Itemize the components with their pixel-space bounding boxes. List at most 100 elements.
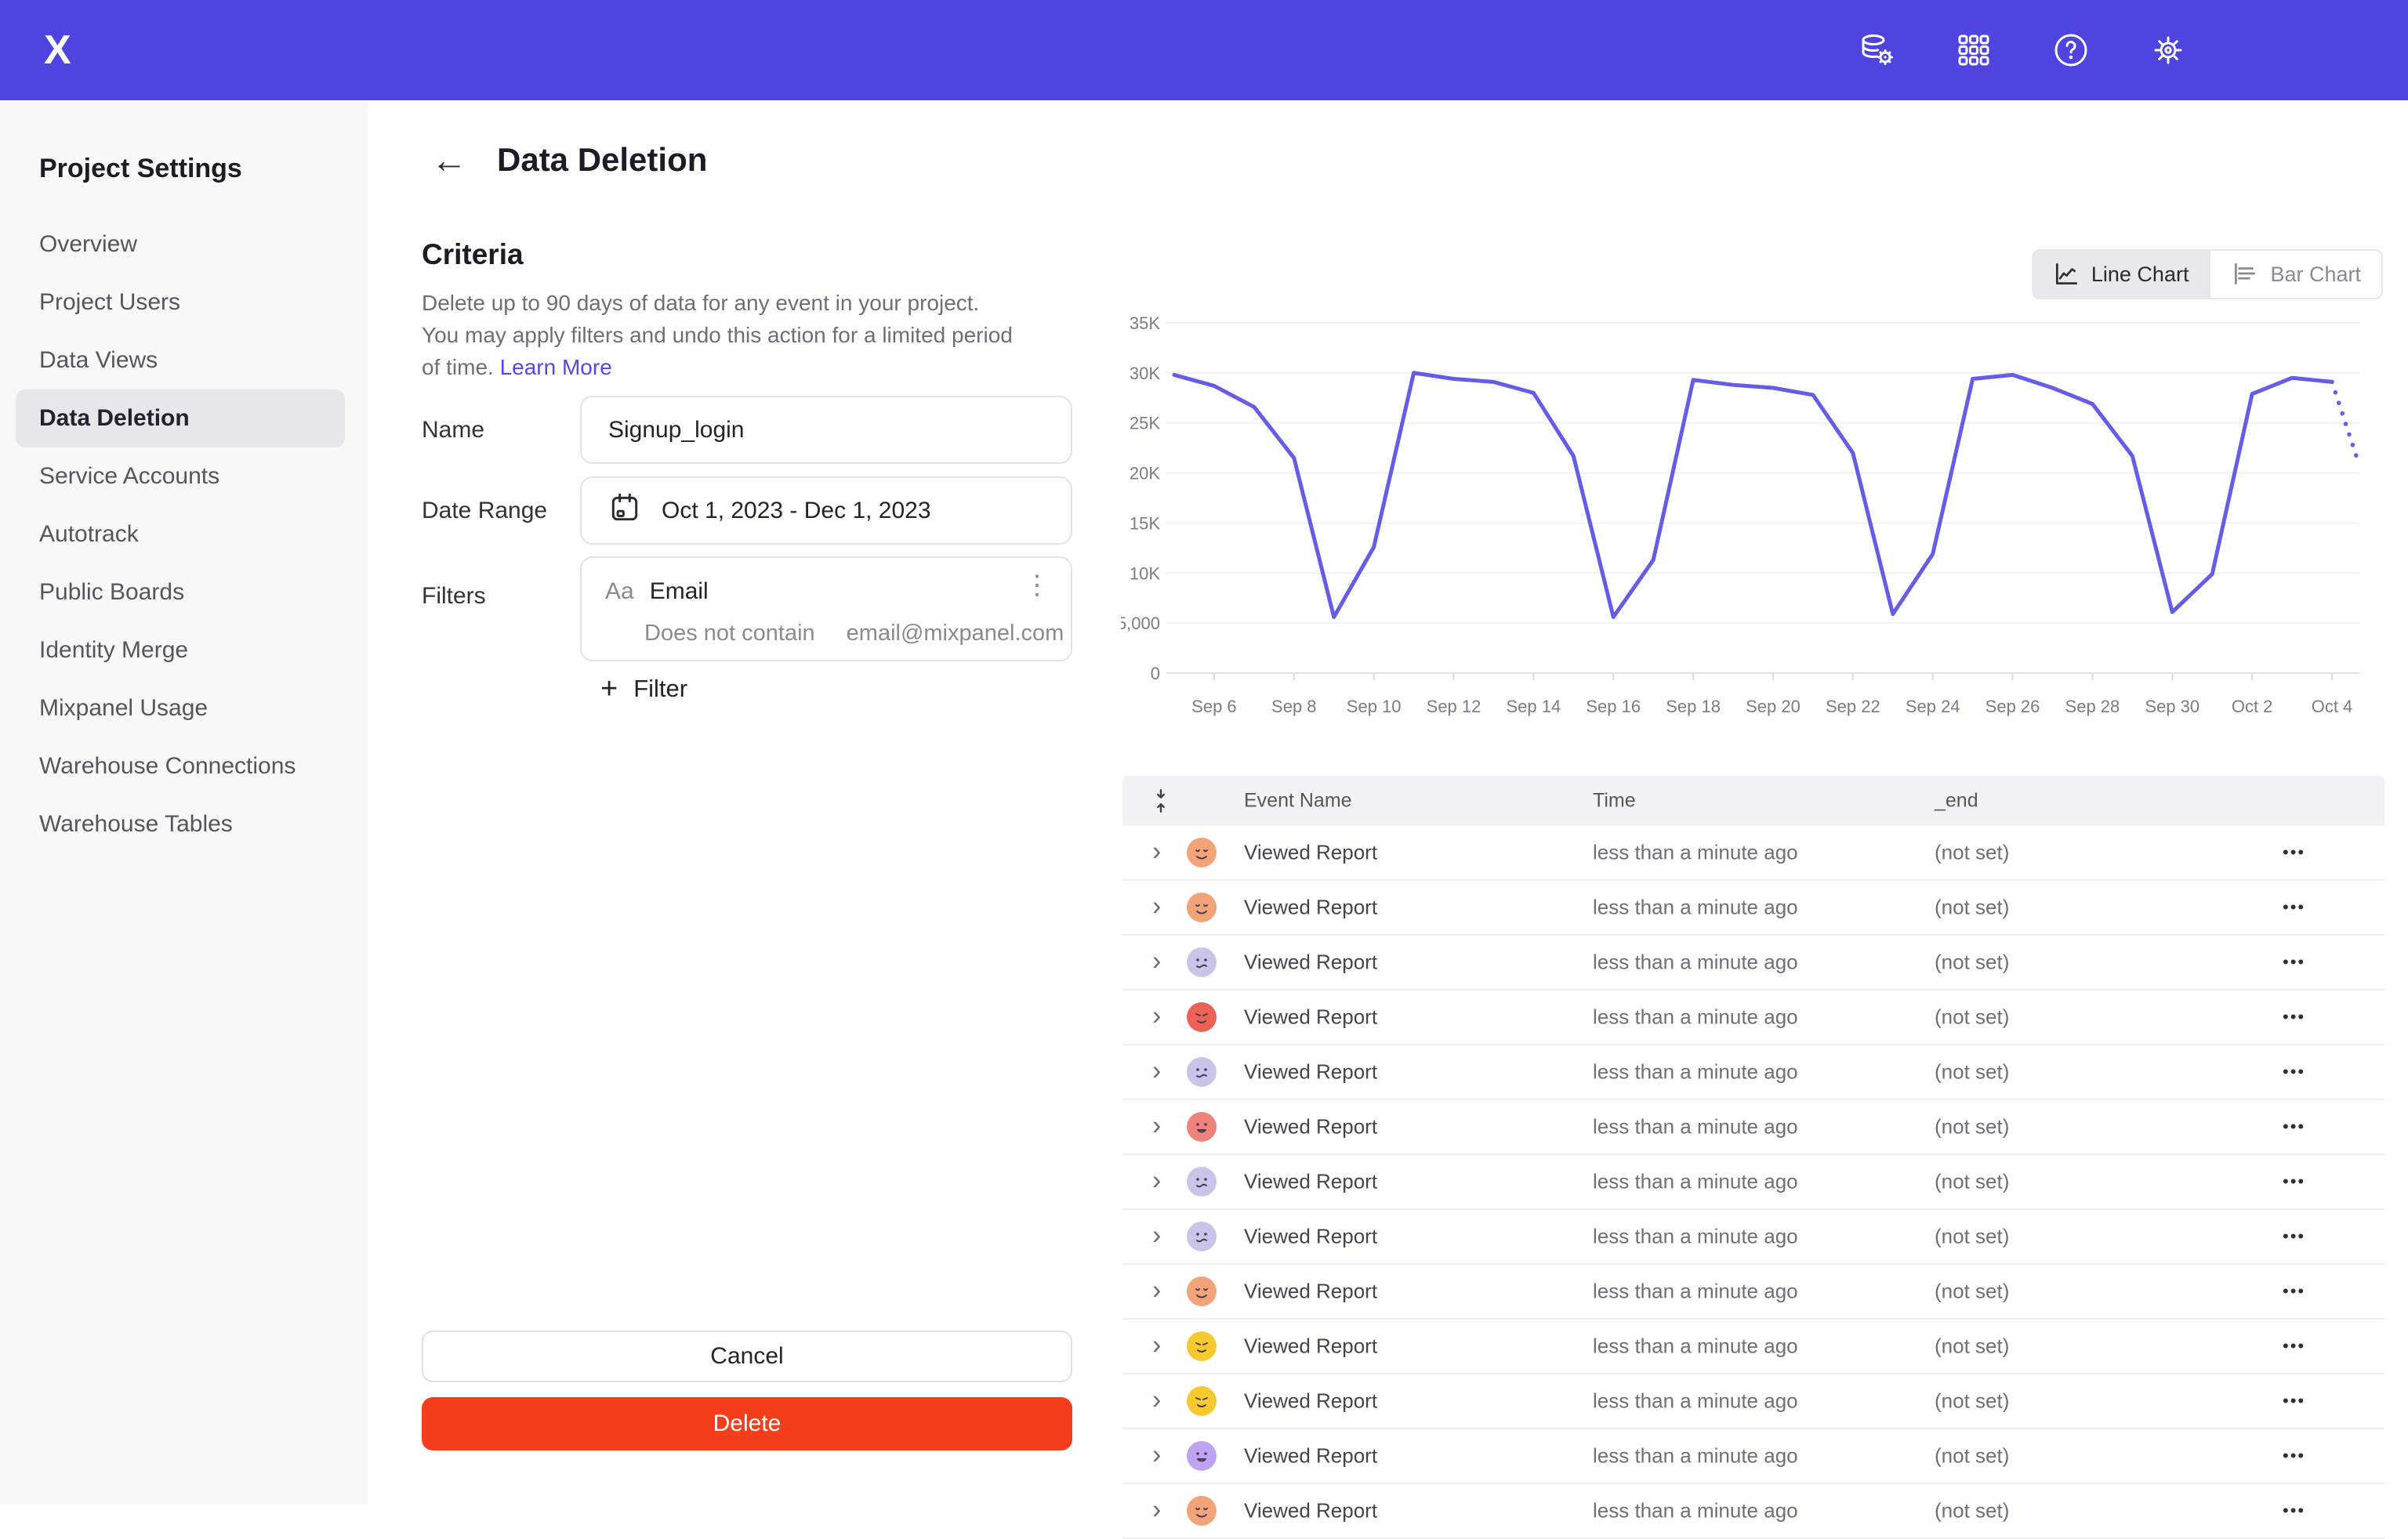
filter-operator[interactable]: Does not contain: [644, 621, 815, 646]
row-actions-kebab-icon[interactable]: •••: [2283, 1391, 2305, 1411]
svg-text:Sep 14: Sep 14: [1507, 697, 1561, 716]
row-expand-chevron-icon[interactable]: ›: [1152, 893, 1161, 920]
name-input[interactable]: [608, 417, 1044, 444]
table-row[interactable]: ›Viewed Reportless than a minute ago(not…: [1122, 1374, 2384, 1429]
date-range-row: Date Range Oct 1, 2023 - Dec 1, 2023: [422, 476, 1072, 545]
criteria-heading: Criteria: [422, 238, 524, 271]
row-actions-kebab-icon[interactable]: •••: [2283, 952, 2305, 972]
filter-card: Aa Email ⋮ Does not contain email@mixpan…: [580, 556, 1072, 661]
row-actions-kebab-icon[interactable]: •••: [2283, 842, 2305, 863]
table-row[interactable]: ›Viewed Reportless than a minute ago(not…: [1122, 1155, 2384, 1210]
table-row[interactable]: ›Viewed Reportless than a minute ago(not…: [1122, 1265, 2384, 1320]
sidebar-item-data-deletion[interactable]: Data Deletion: [16, 389, 345, 447]
filter-kebab-icon[interactable]: ⋮: [1024, 572, 1050, 599]
row-expand-chevron-icon[interactable]: ›: [1152, 1168, 1161, 1194]
row-expand-chevron-icon[interactable]: ›: [1152, 1222, 1161, 1249]
row-actions-kebab-icon[interactable]: •••: [2283, 1171, 2305, 1192]
row-expand-chevron-icon[interactable]: ›: [1152, 1113, 1161, 1139]
svg-text:Sep 8: Sep 8: [1271, 697, 1317, 716]
date-range-input[interactable]: Oct 1, 2023 - Dec 1, 2023: [580, 476, 1072, 545]
help-icon[interactable]: [2052, 31, 2090, 69]
svg-text:Sep 24: Sep 24: [1906, 697, 1960, 716]
row-expand-chevron-icon[interactable]: ›: [1152, 1332, 1161, 1359]
name-row: Name: [422, 396, 1072, 464]
sidebar-item-mixpanel-usage[interactable]: Mixpanel Usage: [16, 679, 345, 737]
time-cell: less than a minute ago: [1593, 841, 1798, 865]
row-expand-chevron-icon[interactable]: ›: [1152, 838, 1161, 865]
plus-icon: +: [600, 674, 618, 704]
sort-rows-icon[interactable]: [1151, 788, 1171, 813]
row-expand-chevron-icon[interactable]: ›: [1152, 948, 1161, 975]
table-row[interactable]: ›Viewed Reportless than a minute ago(not…: [1122, 826, 2384, 881]
cancel-button[interactable]: Cancel: [422, 1331, 1072, 1382]
table-row[interactable]: ›Viewed Reportless than a minute ago(not…: [1122, 1429, 2384, 1484]
svg-text:Sep 16: Sep 16: [1586, 697, 1641, 716]
row-expand-chevron-icon[interactable]: ›: [1152, 1497, 1161, 1523]
column-header-time[interactable]: Time: [1593, 790, 1636, 813]
sidebar-item-data-views[interactable]: Data Views: [16, 331, 345, 389]
sidebar-item-overview[interactable]: Overview: [16, 215, 345, 273]
table-row[interactable]: ›Viewed Reportless than a minute ago(not…: [1122, 1100, 2384, 1155]
row-actions-kebab-icon[interactable]: •••: [2283, 1281, 2305, 1302]
svg-text:5,000: 5,000: [1121, 614, 1160, 633]
row-actions-kebab-icon[interactable]: •••: [2283, 1007, 2305, 1027]
row-actions-kebab-icon[interactable]: •••: [2283, 1117, 2305, 1137]
calendar-icon: [608, 491, 641, 531]
svg-text:Oct 4: Oct 4: [2312, 697, 2353, 716]
row-actions-kebab-icon[interactable]: •••: [2283, 1501, 2305, 1521]
sidebar-item-warehouse-connections[interactable]: Warehouse Connections: [16, 737, 345, 795]
row-actions-kebab-icon[interactable]: •••: [2283, 1226, 2305, 1247]
sidebar: Project Settings OverviewProject UsersDa…: [0, 100, 368, 1505]
add-filter-button[interactable]: + Filter: [600, 674, 687, 704]
settings-gear-icon[interactable]: [2149, 31, 2187, 69]
learn-more-link[interactable]: Learn More: [500, 355, 612, 379]
user-avatar: [1187, 1496, 1217, 1526]
row-actions-kebab-icon[interactable]: •••: [2283, 897, 2305, 918]
table-row[interactable]: ›Viewed Reportless than a minute ago(not…: [1122, 1045, 2384, 1100]
line-chart-toggle[interactable]: Line Chart: [2032, 249, 2210, 299]
chart-type-toggle: Line Chart Bar Chart: [2032, 249, 2383, 299]
user-avatar: [1187, 1167, 1217, 1197]
filters-label: Filters: [422, 583, 486, 610]
row-actions-kebab-icon[interactable]: •••: [2283, 1336, 2305, 1356]
column-header-event-name[interactable]: Event Name: [1244, 790, 1352, 813]
bar-chart-toggle-label: Bar Chart: [2270, 263, 2361, 287]
row-expand-chevron-icon[interactable]: ›: [1152, 1058, 1161, 1085]
data-management-icon[interactable]: [1858, 31, 1895, 69]
table-row[interactable]: ›Viewed Reportless than a minute ago(not…: [1122, 1320, 2384, 1374]
row-expand-chevron-icon[interactable]: ›: [1152, 1003, 1161, 1030]
apps-grid-icon[interactable]: [1955, 31, 1993, 69]
main-content: ← Data Deletion Criteria Delete up to 90…: [368, 100, 2408, 1505]
line-chart-icon: [2052, 260, 2080, 288]
table-row[interactable]: ›Viewed Reportless than a minute ago(not…: [1122, 1484, 2384, 1539]
time-cell: less than a minute ago: [1593, 896, 1798, 920]
row-expand-chevron-icon[interactable]: ›: [1152, 1387, 1161, 1414]
column-header-end[interactable]: _end: [1935, 790, 1978, 813]
filter-property[interactable]: Email: [650, 578, 709, 605]
sidebar-item-project-users[interactable]: Project Users: [16, 273, 345, 331]
user-avatar: [1187, 893, 1217, 922]
table-row[interactable]: ›Viewed Reportless than a minute ago(not…: [1122, 881, 2384, 936]
top-navbar: X: [0, 0, 2408, 100]
table-row[interactable]: ›Viewed Reportless than a minute ago(not…: [1122, 990, 2384, 1045]
mixpanel-logo[interactable]: X: [44, 27, 70, 74]
user-avatar: [1187, 1386, 1217, 1416]
bar-chart-toggle[interactable]: Bar Chart: [2209, 249, 2383, 299]
table-row[interactable]: ›Viewed Reportless than a minute ago(not…: [1122, 1210, 2384, 1265]
row-actions-kebab-icon[interactable]: •••: [2283, 1446, 2305, 1466]
row-actions-kebab-icon[interactable]: •••: [2283, 1062, 2305, 1082]
row-expand-chevron-icon[interactable]: ›: [1152, 1442, 1161, 1468]
sidebar-item-service-accounts[interactable]: Service Accounts: [16, 447, 345, 505]
delete-button[interactable]: Delete: [422, 1397, 1072, 1450]
time-cell: less than a minute ago: [1593, 1280, 1798, 1304]
row-expand-chevron-icon[interactable]: ›: [1152, 1277, 1161, 1304]
sidebar-item-identity-merge[interactable]: Identity Merge: [16, 621, 345, 679]
sidebar-item-autotrack[interactable]: Autotrack: [16, 505, 345, 563]
filter-value[interactable]: email@mixpanel.com: [847, 621, 1064, 646]
end-cell: (not set): [1935, 1444, 2009, 1468]
filters-row: Filters Aa Email ⋮ Does not contain emai…: [422, 556, 1072, 661]
table-row[interactable]: ›Viewed Reportless than a minute ago(not…: [1122, 936, 2384, 990]
sidebar-item-warehouse-tables[interactable]: Warehouse Tables: [16, 795, 345, 853]
svg-text:0: 0: [1151, 664, 1160, 683]
sidebar-item-public-boards[interactable]: Public Boards: [16, 563, 345, 621]
